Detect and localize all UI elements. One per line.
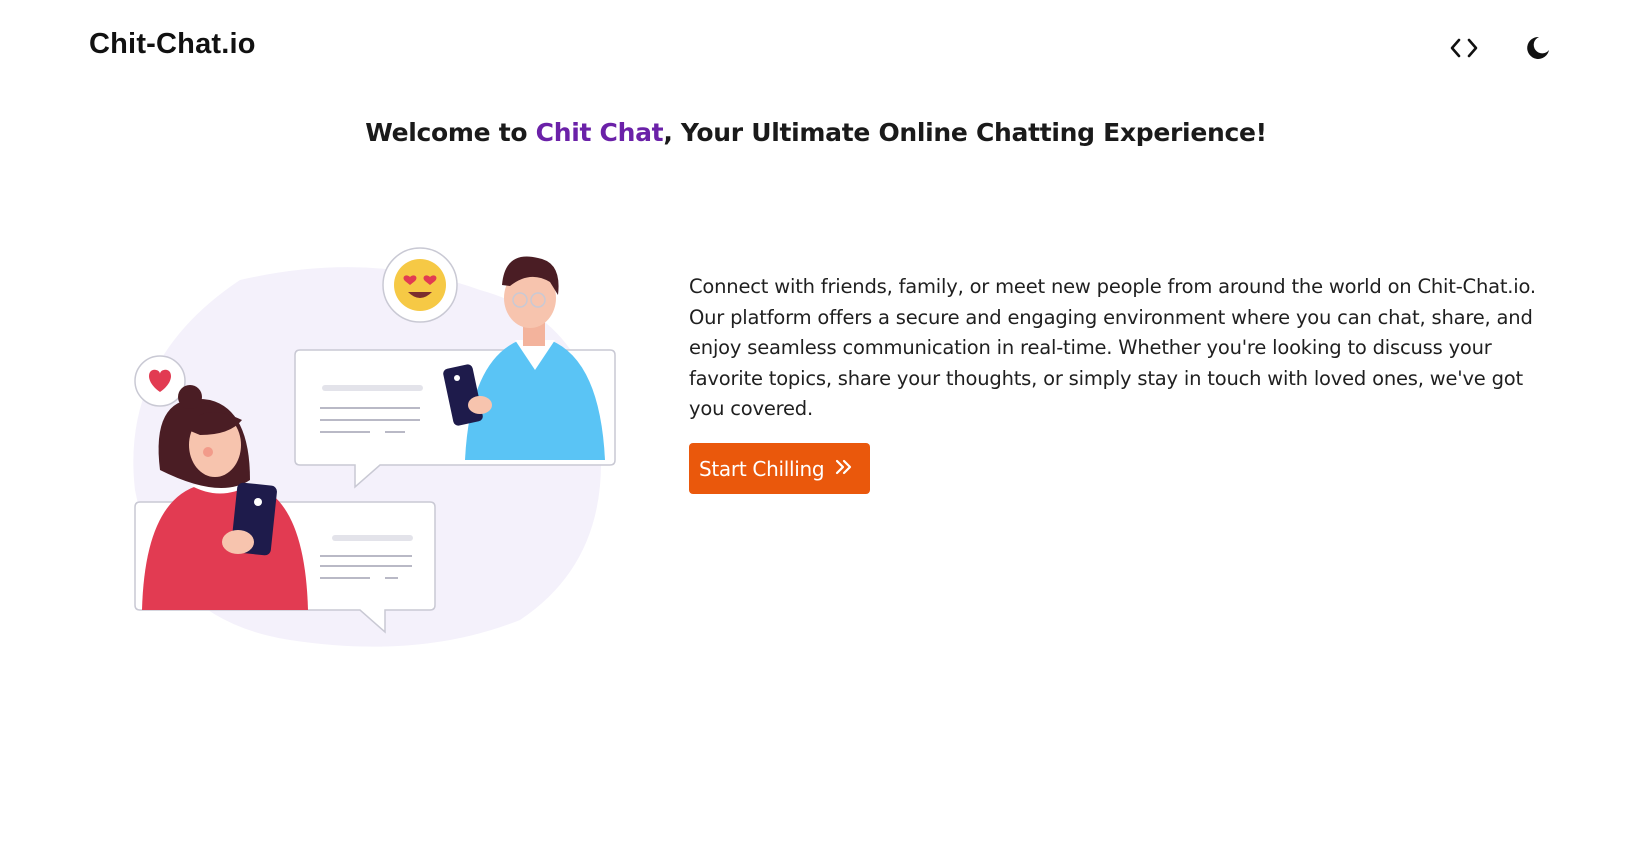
navbar: Chit-Chat.io <box>0 0 1632 96</box>
headline-brand-accent: Chit Chat <box>535 118 664 147</box>
code-icon[interactable] <box>1446 30 1482 66</box>
heart-bubble-icon <box>134 355 186 407</box>
chat-illustration <box>120 240 620 670</box>
intro-description: Connect with friends, family, or meet ne… <box>689 275 1536 420</box>
start-chilling-label: Start Chilling <box>699 456 825 481</box>
welcome-headline: Welcome to Chit Chat, Your Ultimate Onli… <box>0 118 1632 147</box>
brand-logo[interactable]: Chit-Chat.io <box>89 28 256 61</box>
moon-icon[interactable] <box>1520 30 1556 66</box>
headline-suffix: , Your Ultimate Online Chatting Experien… <box>663 118 1267 147</box>
headline-prefix: Welcome to <box>365 118 536 147</box>
start-chilling-button[interactable]: Start Chilling <box>689 443 871 494</box>
double-chevron-right-icon <box>834 457 854 481</box>
heart-eyes-emoji-icon <box>382 247 458 323</box>
